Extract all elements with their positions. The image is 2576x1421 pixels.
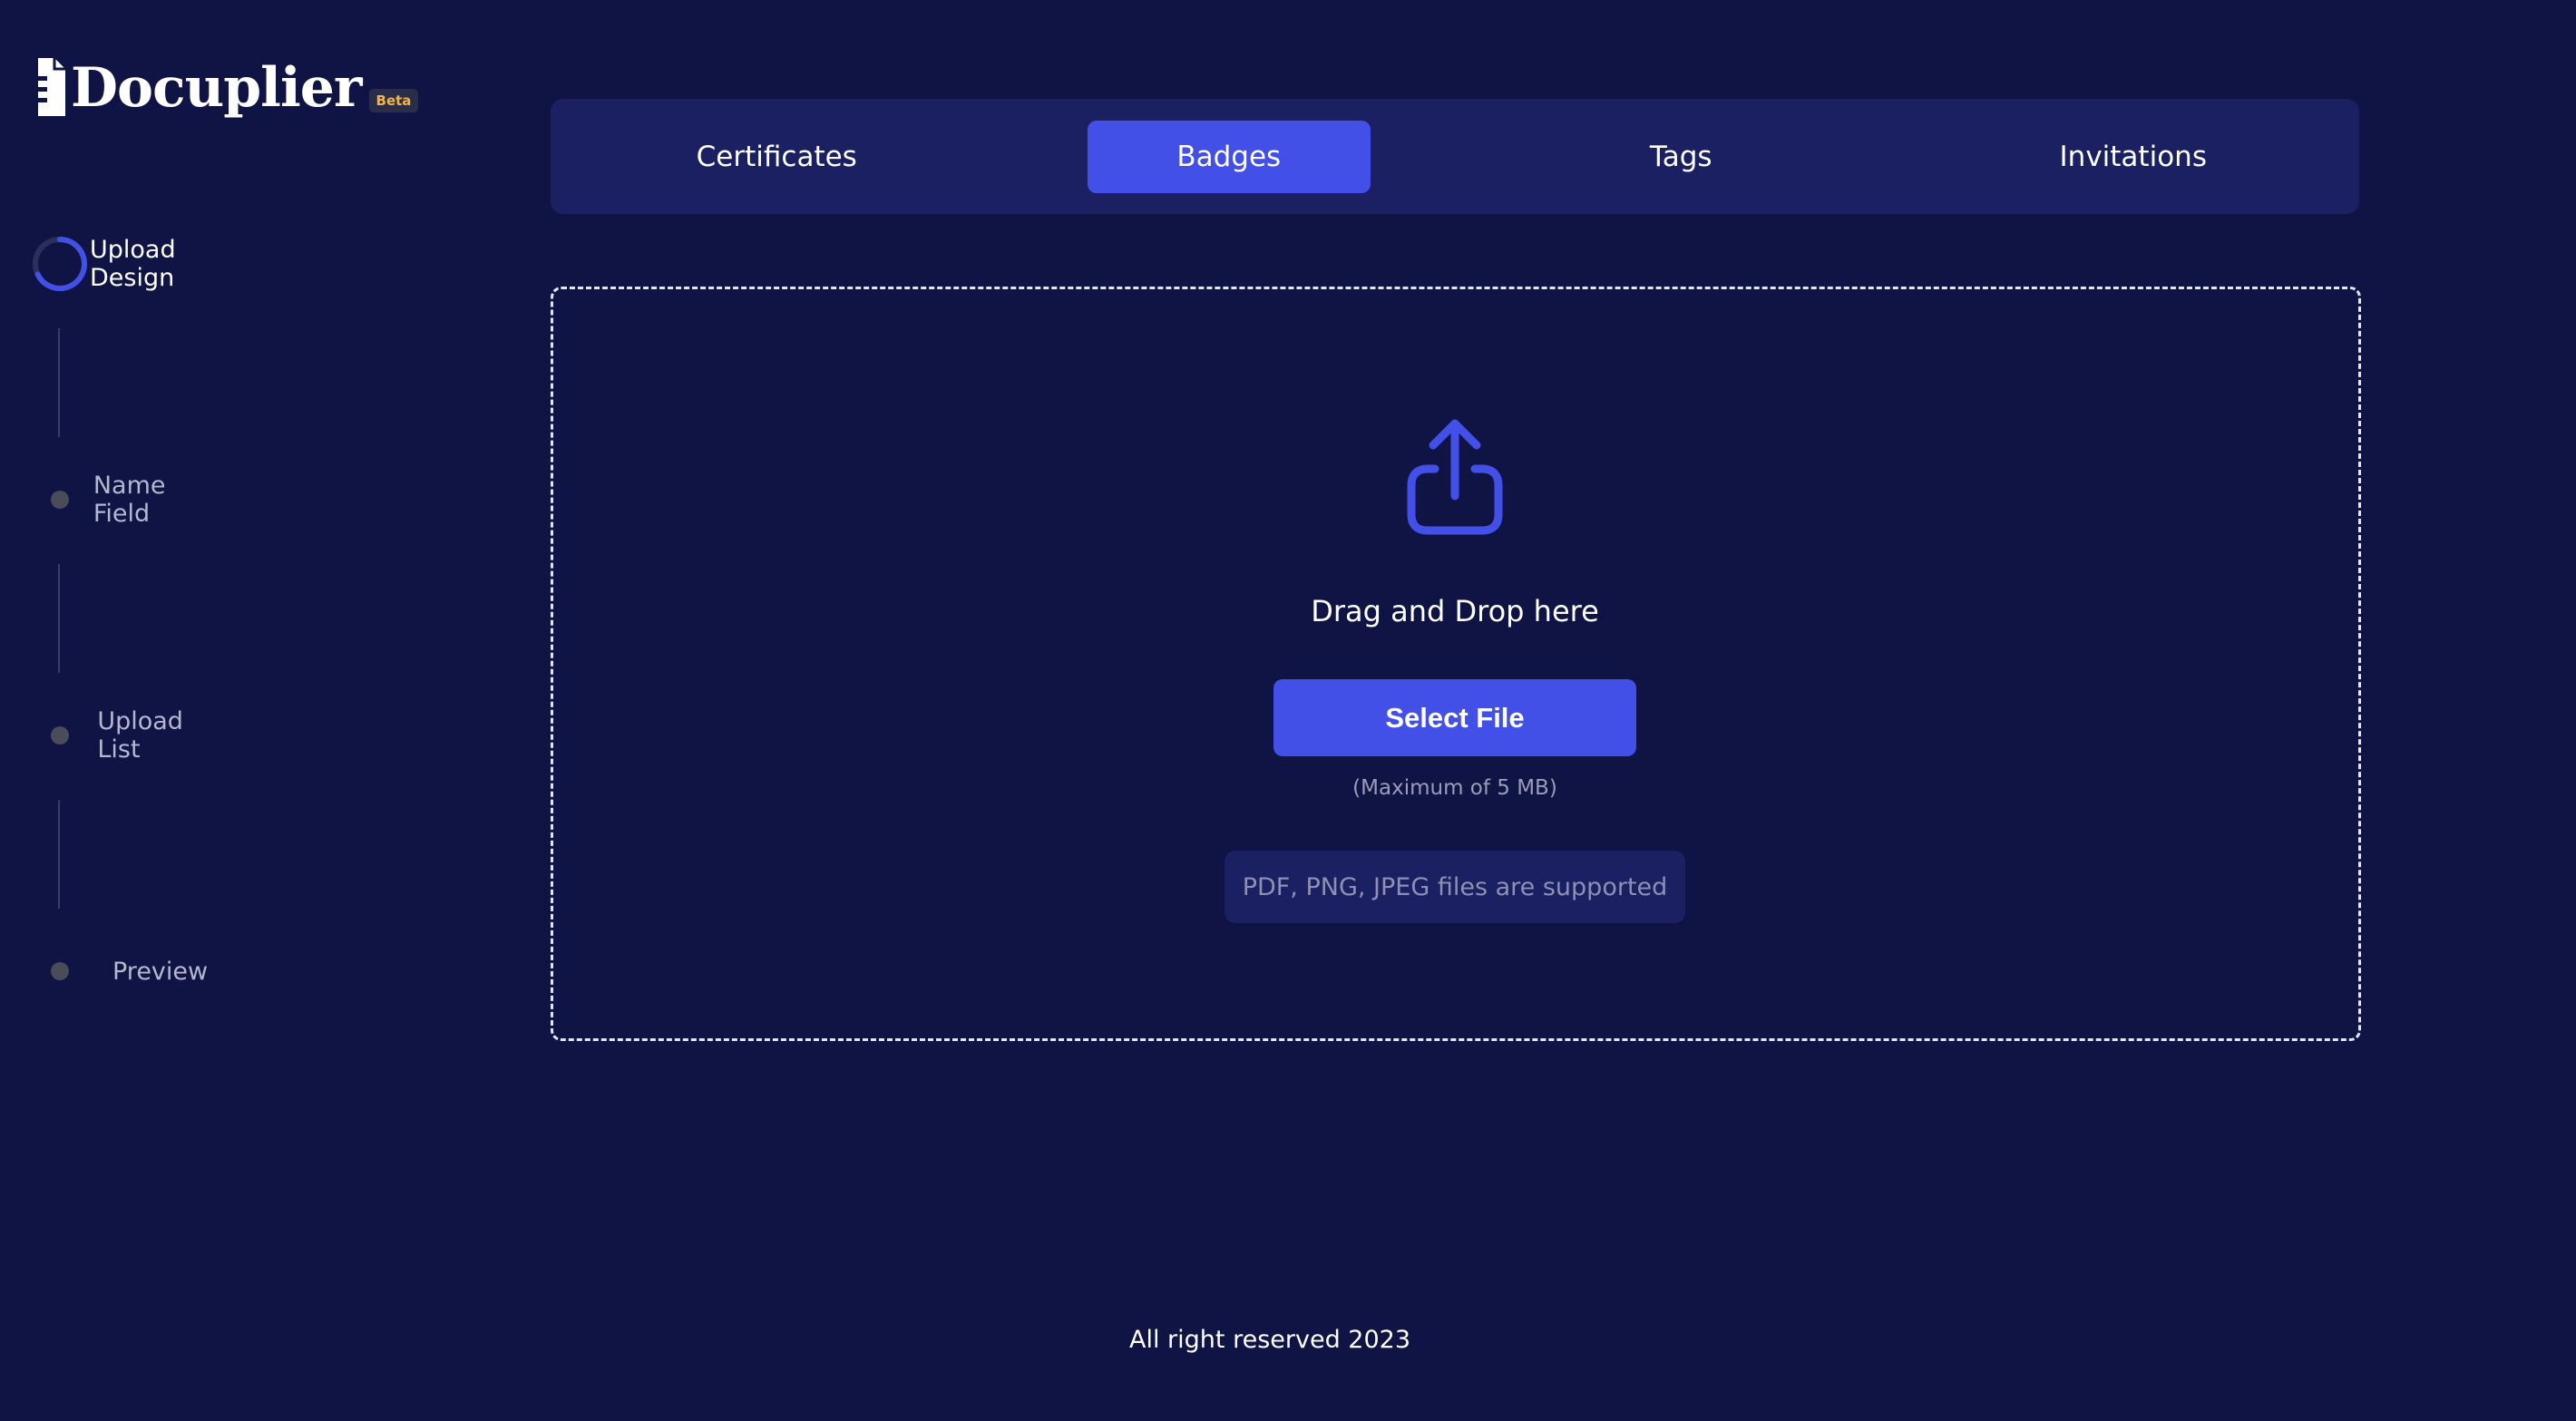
page: Docuplier Beta Upload Design Name Field <box>0 0 2576 1421</box>
document-type-tabs: Certificates Badges Tags Invitations <box>551 99 2359 214</box>
logo-text: Docuplier <box>71 56 363 120</box>
file-dropzone[interactable] <box>551 287 2361 1041</box>
footer-copyright: All right reserved 2023 <box>1129 1326 1410 1354</box>
step-name-field[interactable]: Name Field <box>31 470 185 530</box>
max-size-note: (Maximum of 5 MB) <box>1352 776 1557 800</box>
select-file-button[interactable]: Select File <box>1273 679 1636 756</box>
step-label: Upload Design <box>89 236 176 292</box>
tab-badges[interactable]: Badges <box>1087 120 1371 193</box>
supported-formats-note: PDF, PNG, JPEG files are supported <box>1225 851 1685 923</box>
step-dot-icon <box>31 471 70 529</box>
step-label: Upload List <box>97 707 183 764</box>
step-upload-design[interactable]: Upload Design <box>31 234 199 294</box>
tab-tags[interactable]: Tags <box>1539 121 1822 193</box>
tab-certificates[interactable]: Certificates <box>635 121 918 193</box>
step-label: Name Field <box>93 472 166 528</box>
document-logo-icon <box>36 56 67 120</box>
step-progress-ring-icon <box>31 235 88 293</box>
step-connector <box>58 800 60 909</box>
step-connector <box>58 564 60 673</box>
upload-icon <box>1391 413 1518 540</box>
step-upload-list[interactable]: Upload List <box>31 706 199 765</box>
step-label: Preview <box>112 957 209 986</box>
step-preview[interactable]: Preview <box>31 941 208 1001</box>
drag-drop-prompt: Drag and Drop here <box>1311 594 1599 628</box>
beta-badge: Beta <box>368 89 419 112</box>
logo[interactable]: Docuplier Beta <box>36 56 419 120</box>
step-connector <box>58 328 60 437</box>
step-dot-icon <box>31 942 89 1000</box>
tab-invitations[interactable]: Invitations <box>1992 121 2275 193</box>
step-dot-icon <box>31 706 73 764</box>
